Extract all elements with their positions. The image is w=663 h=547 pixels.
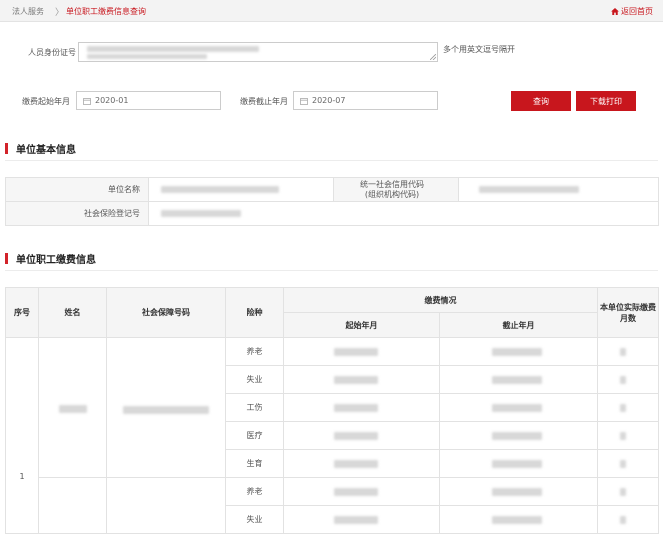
employee-info-title: 单位职工缴费信息 <box>16 255 96 266</box>
id-number-hint: 多个用英文逗号隔开 <box>443 45 515 54</box>
print-button[interactable]: 下载打印 <box>576 91 636 111</box>
insurance-type: 工伤 <box>225 393 284 422</box>
header-seq: 序号 <box>5 287 39 338</box>
start-month-cell <box>283 365 440 394</box>
insurance-type: 失业 <box>225 365 284 394</box>
insurance-type: 医疗 <box>225 421 284 450</box>
end-month-label: 缴费截止年月 <box>240 97 288 106</box>
header-name: 姓名 <box>38 287 107 338</box>
end-month-cell <box>439 393 598 422</box>
calendar-icon <box>83 98 91 105</box>
actual-months-cell <box>597 421 659 450</box>
insurance-type: 养老 <box>225 477 284 506</box>
section-divider <box>5 160 658 161</box>
start-month-cell <box>283 421 440 450</box>
start-month-input[interactable]: 2020-01 <box>76 91 221 110</box>
header-actual-months: 本单位实际缴费 月数 <box>597 287 659 338</box>
breadcrumb-current: 单位职工缴费信息查询 <box>66 7 146 16</box>
employee-name <box>38 337 107 478</box>
actual-months-cell <box>597 505 659 534</box>
start-month-value: 2020-01 <box>95 96 129 105</box>
breadcrumb-root[interactable]: 法人服务 <box>12 6 44 17</box>
end-month-value: 2020-07 <box>312 96 346 105</box>
breadcrumb-separator: 〉 <box>55 8 65 18</box>
insurance-type: 失业 <box>225 505 284 534</box>
end-month-cell <box>439 449 598 478</box>
breadcrumb-bar: 法人服务 〉 单位职工缴费信息查询 返回首页 <box>0 0 663 22</box>
social-reg-value <box>148 201 659 226</box>
unit-info-title: 单位基本信息 <box>16 145 76 156</box>
ss-number <box>106 337 226 478</box>
section-marker <box>5 143 8 154</box>
ss-number <box>106 477 226 534</box>
start-month-cell <box>283 505 440 534</box>
actual-months-cell <box>597 365 659 394</box>
header-end-month: 截止年月 <box>439 312 598 338</box>
actual-months-cell <box>597 393 659 422</box>
employee-name <box>38 477 107 534</box>
social-reg-label: 社会保险登记号 <box>5 201 149 226</box>
resize-handle-icon[interactable] <box>430 54 436 60</box>
start-month-cell <box>283 337 440 366</box>
actual-months-cell <box>597 449 659 478</box>
unit-name-value <box>148 177 334 202</box>
id-number-label: 人员身份证号 <box>28 48 76 57</box>
calendar-icon <box>300 98 308 105</box>
end-month-cell <box>439 337 598 366</box>
row-seq: 1 <box>5 337 39 534</box>
id-number-input[interactable] <box>78 42 438 62</box>
end-month-cell <box>439 477 598 506</box>
employee-info-heading: 单位职工缴费信息 <box>5 251 96 266</box>
header-payment-group: 缴费情况 <box>283 287 598 313</box>
section-marker <box>5 253 8 264</box>
credit-code-label: 统一社会信用代码 (组织机构代码) <box>333 177 459 202</box>
header-ss-number: 社会保障号码 <box>106 287 226 338</box>
home-icon <box>611 8 619 15</box>
unit-name-label: 单位名称 <box>5 177 149 202</box>
end-month-cell <box>439 505 598 534</box>
query-button[interactable]: 查询 <box>511 91 571 111</box>
end-month-cell <box>439 421 598 450</box>
start-month-cell <box>283 393 440 422</box>
start-month-cell <box>283 449 440 478</box>
header-insurance: 险种 <box>225 287 284 338</box>
start-month-cell <box>283 477 440 506</box>
actual-months-cell <box>597 337 659 366</box>
section-divider <box>5 270 658 271</box>
credit-code-value <box>458 177 659 202</box>
actual-months-cell <box>597 477 659 506</box>
insurance-type: 养老 <box>225 337 284 366</box>
end-month-input[interactable]: 2020-07 <box>293 91 438 110</box>
end-month-cell <box>439 365 598 394</box>
unit-info-table: 单位名称 统一社会信用代码 (组织机构代码) 社会保险登记号 <box>5 177 659 226</box>
masked-id-value <box>87 54 207 59</box>
home-link-label: 返回首页 <box>621 7 653 16</box>
payment-table: 序号 姓名 社会保障号码 险种 缴费情况 本单位实际缴费 月数 起始年月 截止年… <box>5 287 659 534</box>
start-month-label: 缴费起始年月 <box>22 97 70 106</box>
masked-id-value <box>87 46 259 52</box>
insurance-type: 生育 <box>225 449 284 478</box>
home-link[interactable]: 返回首页 <box>611 6 653 17</box>
unit-info-heading: 单位基本信息 <box>5 141 76 156</box>
header-start-month: 起始年月 <box>283 312 440 338</box>
